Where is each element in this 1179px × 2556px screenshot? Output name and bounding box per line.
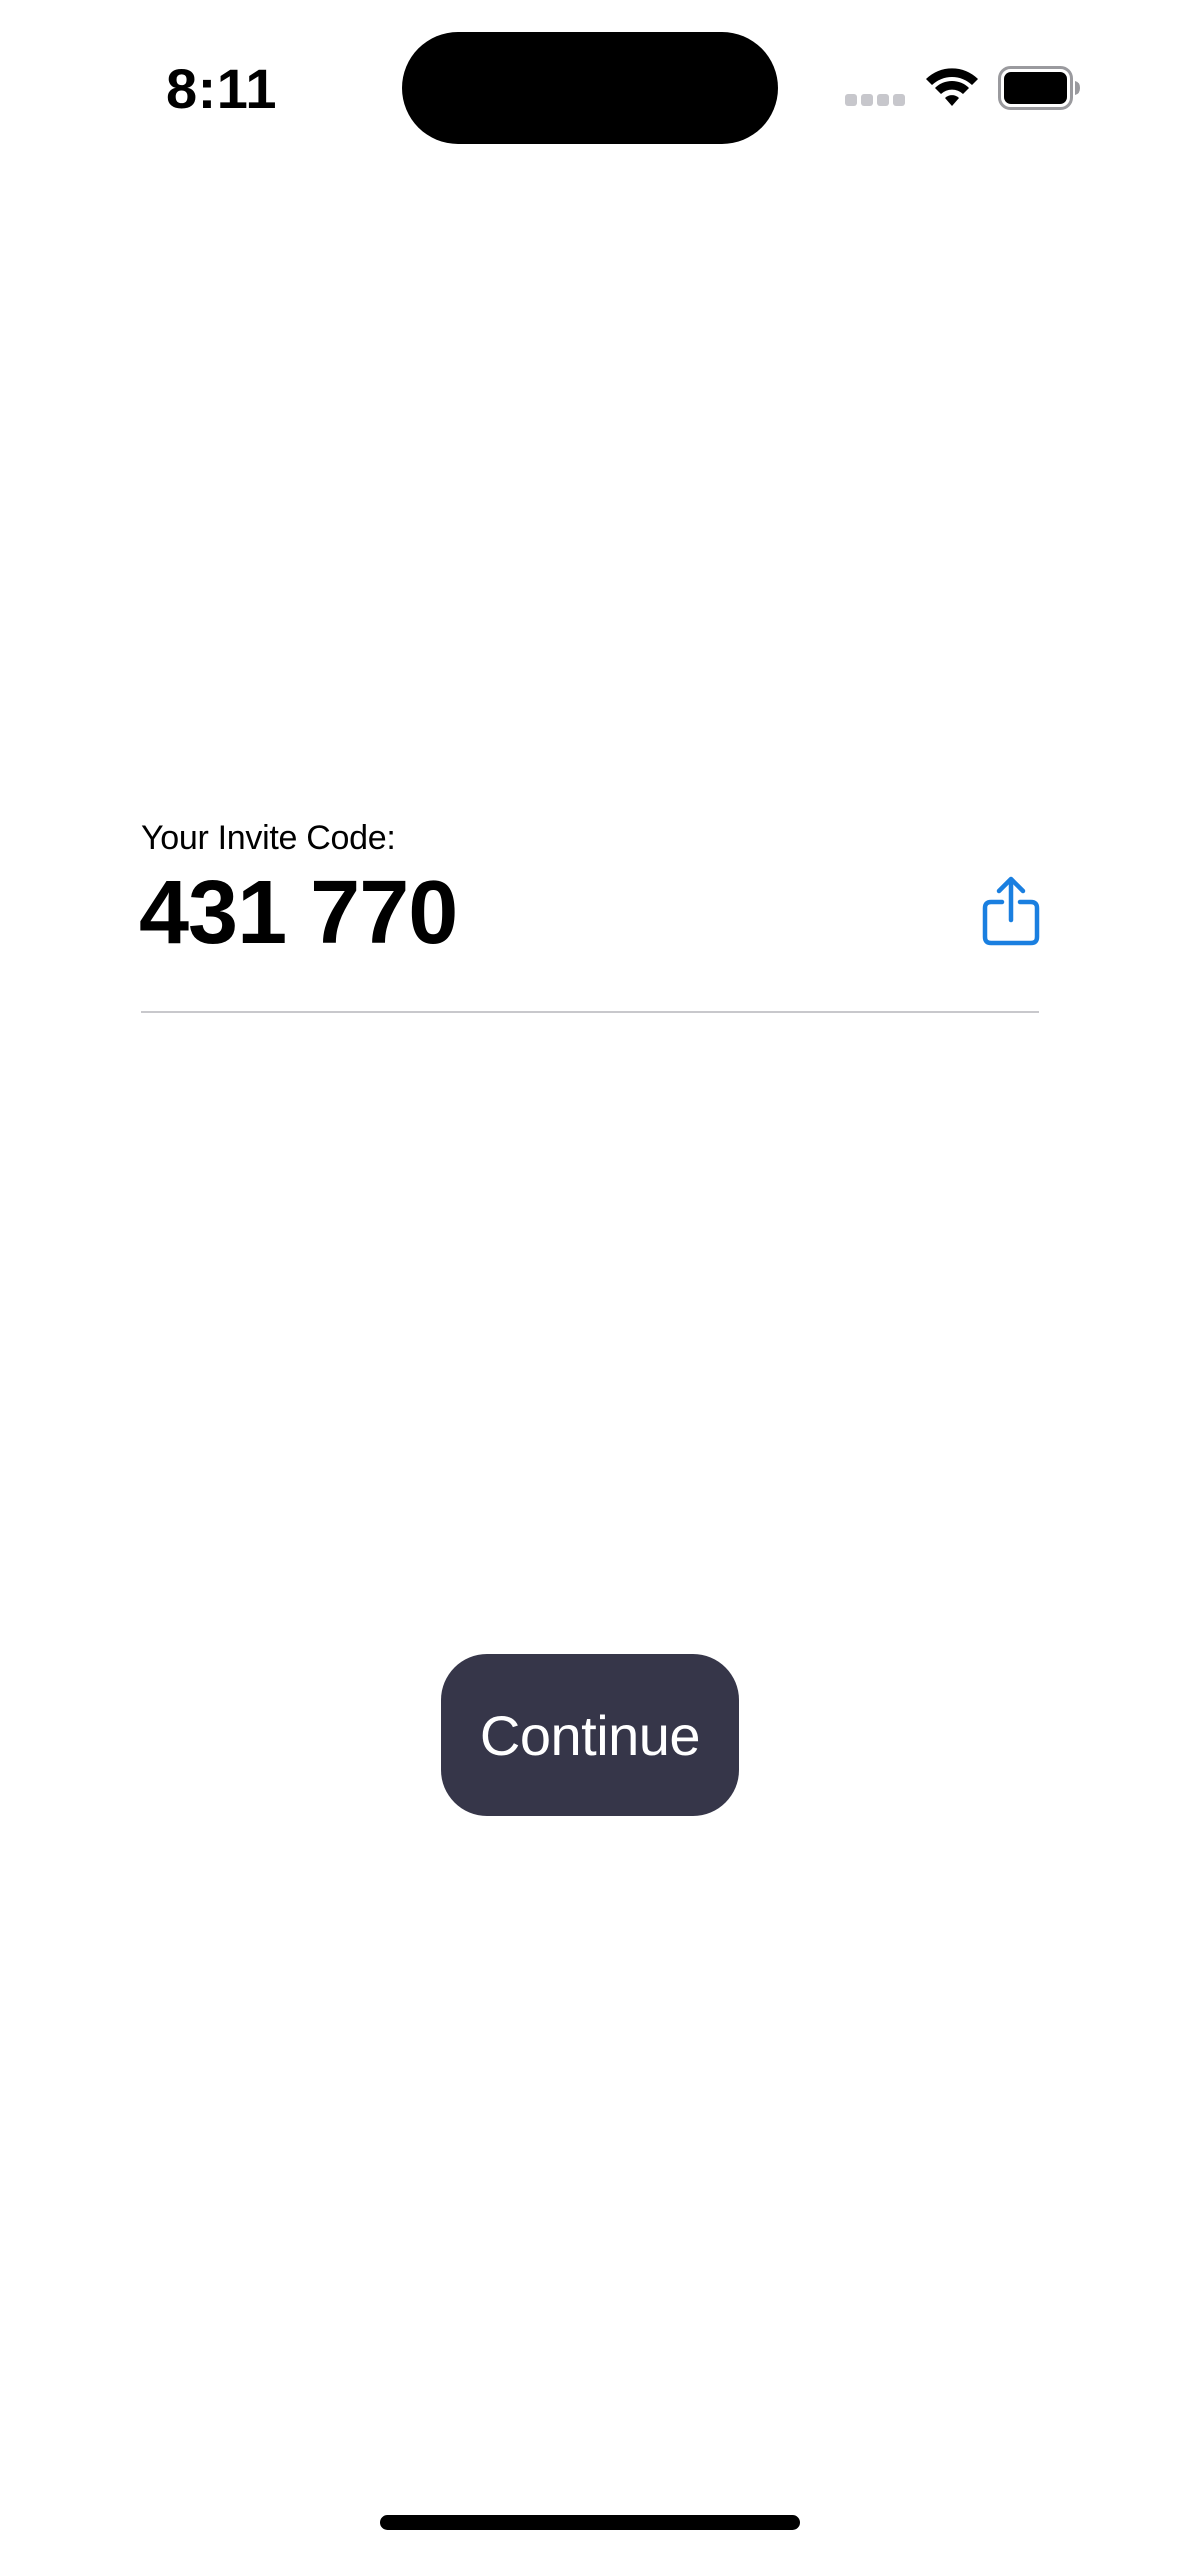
share-button[interactable] [980, 876, 1042, 946]
divider [141, 1011, 1039, 1013]
invite-code-value: 431 770 [139, 863, 458, 963]
share-icon [982, 876, 1040, 946]
wifi-icon [926, 68, 978, 106]
invite-code-label: Your Invite Code: [141, 819, 396, 857]
status-time: 8:11 [166, 57, 277, 120]
battery-icon [998, 66, 1080, 110]
home-indicator[interactable] [380, 2515, 800, 2530]
signal-icon [845, 94, 907, 108]
dynamic-island [402, 32, 778, 144]
continue-button[interactable]: Continue [441, 1654, 739, 1816]
